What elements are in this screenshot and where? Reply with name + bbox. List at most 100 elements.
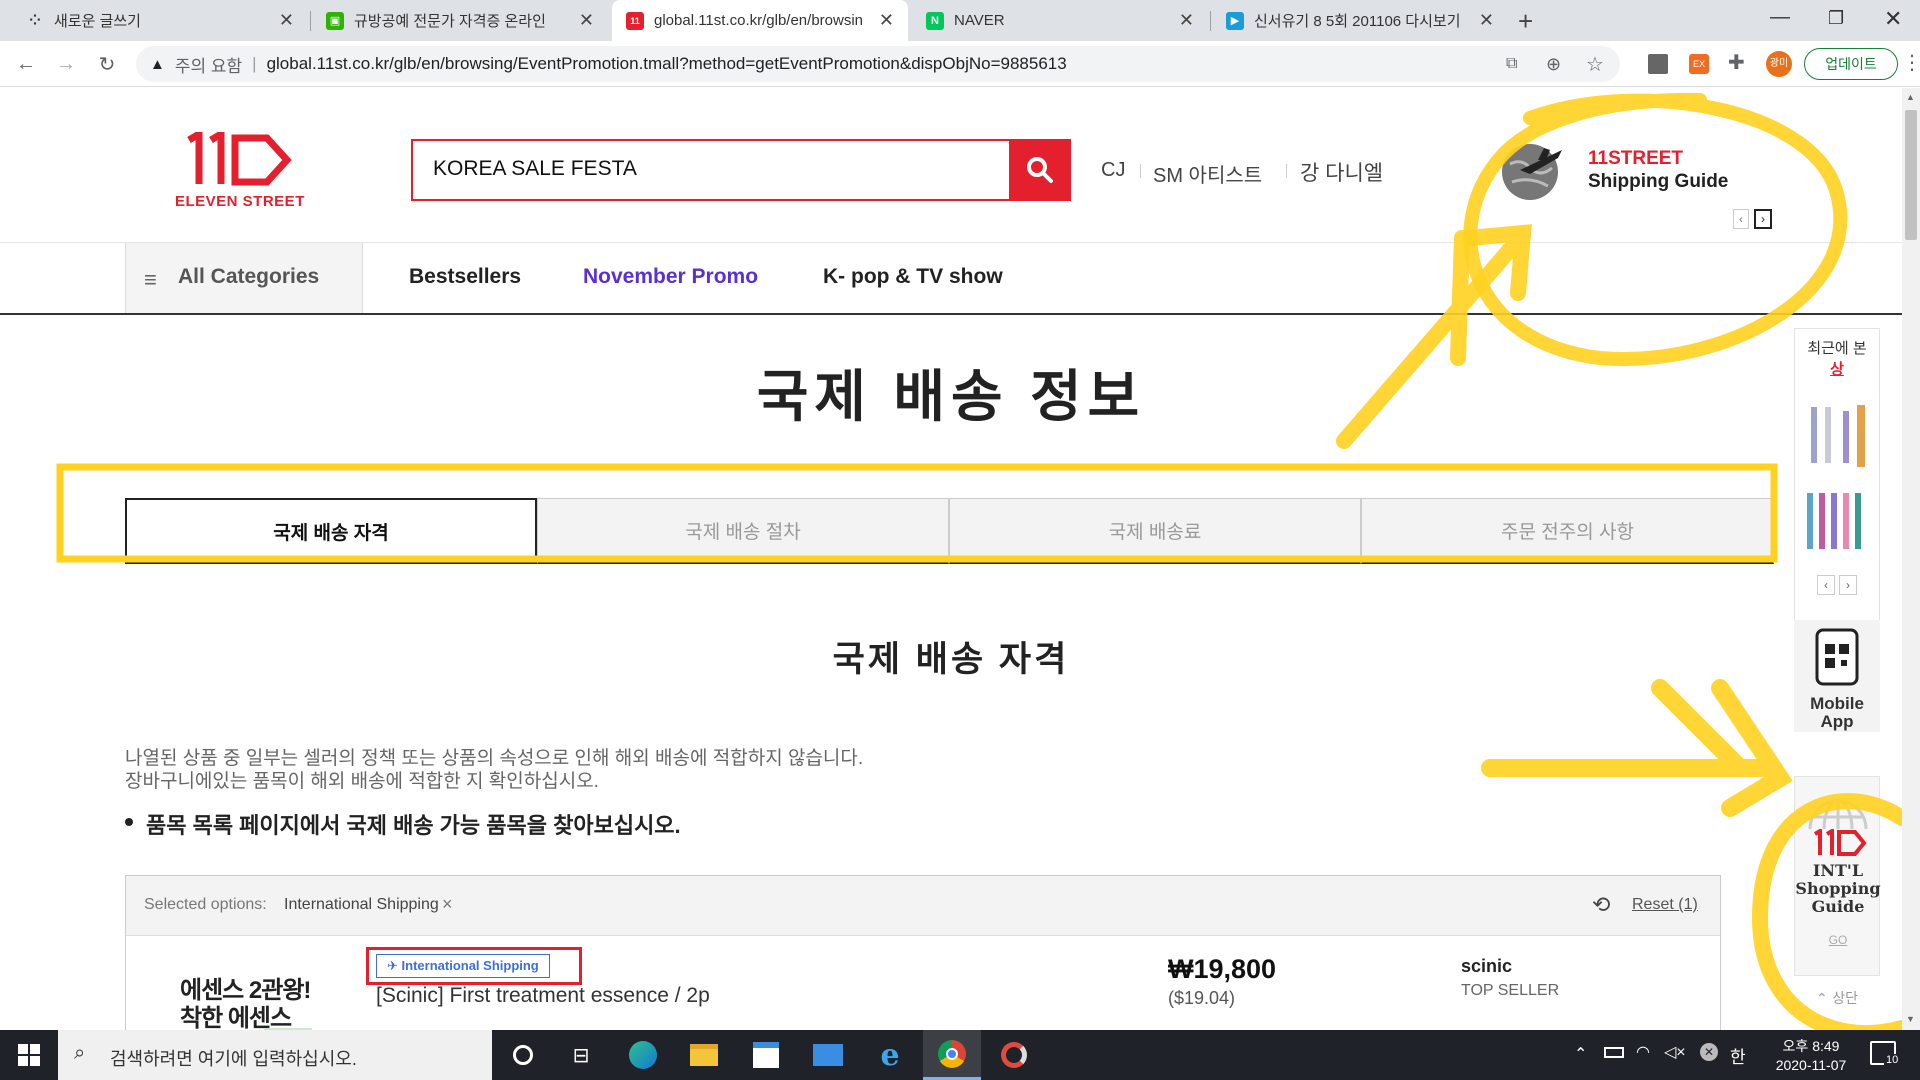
recent-item-thumbnail[interactable] (1805, 401, 1869, 471)
keyword-link[interactable]: 강 다니엘 (1300, 157, 1383, 187)
profile-avatar[interactable]: 광미 (1766, 51, 1792, 77)
product-thumbnail[interactable]: 에센스 2관왕! 착한 에센스1+1 (144, 944, 312, 1030)
example-filter-box: Selected options: International Shipping… (125, 875, 1721, 1030)
recent-item-thumbnail[interactable] (1803, 489, 1871, 557)
mail-icon[interactable] (799, 1030, 857, 1080)
selected-options-bar: Selected options: International Shipping… (126, 876, 1720, 936)
globe-plane-icon (1502, 144, 1562, 200)
url-text[interactable]: global.11st.co.kr/glb/en/browsing/EventP… (267, 54, 1067, 74)
menu-icon[interactable]: ⋮ (1902, 50, 1920, 75)
scroll-down-icon[interactable]: ▼ (1906, 1014, 1915, 1024)
extension-ex-icon[interactable]: EX (1689, 54, 1709, 74)
scroll-top-button[interactable]: ⌃ 상단 (1794, 988, 1880, 1028)
close-icon[interactable]: ✕ (279, 10, 294, 31)
clock-date[interactable]: 2020-11-07 (1766, 1057, 1856, 1073)
security-label[interactable]: 주의 요함 (175, 52, 242, 77)
mobile-label: App (1820, 712, 1854, 731)
globe-icon (1808, 799, 1868, 829)
mobile-app-button[interactable]: Mobile App (1794, 620, 1880, 732)
browser-tab[interactable]: ▣ 규방공예 전문가 자격증 온라인 ✕ (312, 0, 608, 41)
close-icon[interactable]: ✕ (579, 10, 594, 31)
nav-november-promo[interactable]: November Promo (583, 265, 758, 289)
browser-tab-active[interactable]: 11 global.11st.co.kr/glb/en/browsin ✕ (612, 0, 908, 41)
recent-next-icon[interactable]: › (1839, 575, 1857, 595)
edge-icon[interactable] (614, 1030, 672, 1080)
remove-filter-icon[interactable]: × (442, 894, 453, 915)
recent-prev-icon[interactable]: ‹ (1817, 575, 1835, 595)
taskbar-search-box[interactable]: ⌕ 검색하려면 여기에 입력하십시오. (58, 1030, 492, 1080)
zoom-icon[interactable]: ⊕ (1546, 54, 1561, 75)
bullet-dot-icon (125, 818, 133, 826)
record-app-icon[interactable] (985, 1030, 1043, 1080)
banner-next-icon[interactable]: › (1754, 209, 1772, 229)
keyword-link[interactable]: CJ (1101, 159, 1125, 182)
intl-shipping-badge: ✈ International Shipping (376, 954, 550, 978)
close-icon[interactable]: ✕ (1479, 10, 1494, 31)
ime-close-icon[interactable]: ✕ (1700, 1043, 1718, 1061)
description-line: 장바구니에있는 품목이 해외 배송에 적합한 지 확인하십시오. (125, 771, 599, 792)
intl-shopping-guide-button[interactable]: INT'L Shopping Guide GO (1794, 776, 1881, 976)
reset-link[interactable]: Reset (1) (1632, 896, 1698, 914)
bookmark-star-icon[interactable]: ☆ (1586, 52, 1604, 77)
banner-prev-icon[interactable]: ‹ (1733, 209, 1749, 229)
tray-expand-icon[interactable]: ⌃ (1574, 1044, 1587, 1064)
mobile-qr-icon (1815, 628, 1859, 686)
translate-icon[interactable]: ⧉ (1506, 55, 1517, 73)
volume-mute-icon[interactable]: ◁× (1664, 1042, 1686, 1062)
go-label[interactable]: GO (1795, 933, 1881, 947)
scroll-top-label: 상단 (1832, 990, 1858, 1006)
close-icon[interactable]: ✕ (879, 10, 894, 31)
selected-value[interactable]: International Shipping (284, 896, 439, 914)
close-icon[interactable]: ✕ (1179, 10, 1194, 31)
intl-guide-label: INT'L (1812, 861, 1864, 880)
extension-icon[interactable] (1648, 54, 1668, 74)
site-logo[interactable]: ELEVEN STREET (175, 127, 315, 210)
dots-icon: ⁘ (29, 12, 41, 28)
cortana-icon[interactable] (494, 1030, 552, 1080)
product-name[interactable]: [Scinic] First treatment essence / 2p (376, 984, 710, 1008)
tab-shipping-eligibility[interactable]: 국제 배송 자격 (125, 498, 537, 564)
shipping-guide-banner[interactable]: 11STREET Shipping Guide (1500, 138, 1760, 218)
nav-bestsellers[interactable]: Bestsellers (409, 265, 521, 289)
new-tab-icon[interactable]: + (1518, 6, 1533, 37)
battery-icon[interactable] (1604, 1047, 1624, 1058)
restore-icon[interactable]: ❐ (1828, 8, 1844, 29)
internet-explorer-icon[interactable]: e (861, 1030, 919, 1080)
search-box[interactable]: KOREA SALE FESTA (411, 139, 1071, 201)
scroll-up-icon[interactable]: ▲ (1906, 92, 1915, 102)
update-button[interactable]: 업데이트 (1804, 48, 1898, 80)
tab-order-notice[interactable]: 주문 전주의 사항 (1361, 498, 1774, 564)
address-bar[interactable]: ▲ 주의 요함 | global.11st.co.kr/glb/en/brows… (136, 46, 1620, 82)
browser-tab[interactable]: N NAVER ✕ (912, 0, 1208, 41)
page-scrollbar[interactable]: ▲ ▼ (1902, 88, 1920, 1030)
keyword-link[interactable]: SM 아티스트 (1153, 159, 1262, 188)
ime-indicator[interactable]: 한 (1730, 1043, 1746, 1068)
wifi-icon[interactable]: ◠ (1636, 1042, 1650, 1062)
tab-shipping-procedure[interactable]: 국제 배송 절차 (537, 498, 949, 564)
search-button[interactable] (1009, 139, 1071, 201)
tab-shipping-fee[interactable]: 국제 배송료 (949, 498, 1361, 564)
search-input[interactable]: KOREA SALE FESTA (433, 157, 637, 181)
puzzle-icon[interactable]: ✚ (1728, 50, 1745, 75)
all-categories-button[interactable]: ≡ All Categories (125, 243, 363, 315)
minimize-icon[interactable]: — (1770, 6, 1790, 29)
warning-icon[interactable]: ▲ (150, 56, 165, 73)
reset-icon[interactable]: ⟲ (1592, 892, 1610, 918)
browser-tab[interactable]: ⁘ 새로운 글쓰기 ✕ (12, 0, 308, 41)
store-icon[interactable] (737, 1030, 795, 1080)
close-window-icon[interactable]: ✕ (1884, 6, 1902, 32)
browser-tab[interactable]: ▶ 신서유기 8 5회 201106 다시보기 ✕ (1212, 0, 1508, 41)
all-categories-label: All Categories (178, 265, 320, 288)
back-icon[interactable]: ← (14, 52, 38, 76)
task-view-icon[interactable]: ⊟ (552, 1030, 610, 1080)
scroll-thumb[interactable] (1905, 110, 1917, 240)
chrome-icon[interactable] (923, 1030, 981, 1080)
forward-icon[interactable]: → (54, 52, 78, 76)
reload-icon[interactable]: ↻ (95, 52, 119, 76)
seller-name[interactable]: scinic (1461, 956, 1512, 977)
guide-title: 11STREET (1588, 148, 1684, 169)
start-button[interactable] (0, 1030, 58, 1080)
file-explorer-icon[interactable] (675, 1030, 733, 1080)
nav-kpop-tv[interactable]: K- pop & TV show (823, 265, 1003, 289)
clock-time[interactable]: 오후 8:49 (1766, 1036, 1856, 1056)
